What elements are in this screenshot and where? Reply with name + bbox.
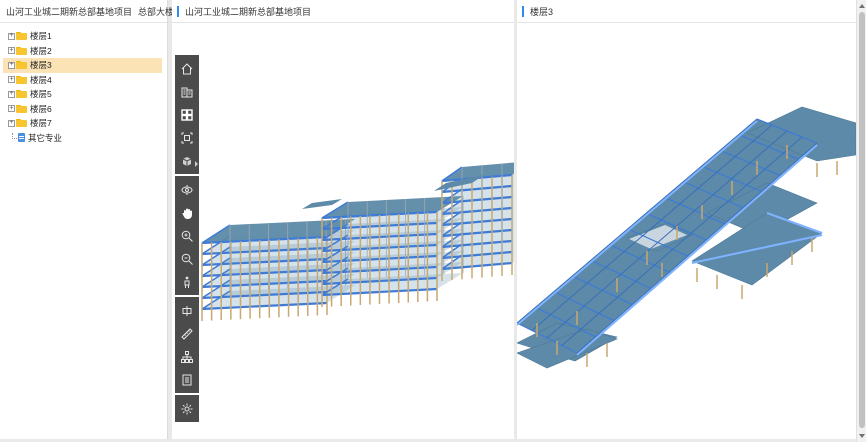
settings-gear-button[interactable] [175, 397, 199, 420]
scroll-up-icon[interactable] [859, 4, 865, 8]
floor-tree: + 楼层1 + 楼层2 + 楼层3 + 楼层4 + 楼层5 + 楼层6 + 楼层7 其它专业 [0, 23, 167, 145]
document-icon [18, 133, 25, 143]
home-icon [181, 62, 193, 74]
tree-item-label: 其它专业 [28, 132, 63, 143]
folder-icon [16, 90, 27, 99]
fit-view-button[interactable] [175, 126, 199, 149]
tree-connector [12, 132, 17, 139]
expand-plus-icon[interactable]: + [8, 47, 15, 55]
folder-icon [16, 104, 27, 113]
tree-item-floor[interactable]: + 楼层1 [3, 29, 162, 44]
tree-item-label: 楼层5 [30, 89, 52, 100]
expand-plus-icon[interactable]: + [8, 32, 15, 40]
scroll-down-icon[interactable] [859, 434, 865, 438]
floor-view-header: 楼层3 [517, 0, 856, 23]
orbit-icon [181, 184, 193, 195]
building-model-canvas[interactable] [172, 23, 514, 442]
measure-ruler-button[interactable] [175, 322, 199, 345]
tree-item-label: 楼层6 [30, 103, 52, 114]
tree-item-label: 楼层4 [30, 74, 52, 85]
floor-view-title: 楼层3 [530, 6, 554, 17]
toolbar-group [175, 297, 199, 393]
project-header: 山河工业城二期新总部基地项目 总部大楼 ▾ [0, 0, 179, 23]
roof-structure [302, 199, 342, 209]
settings-gear-icon [181, 403, 193, 414]
pan-hand-button[interactable] [175, 201, 199, 224]
fit-view-icon [181, 132, 193, 143]
section-box-icon [182, 156, 192, 166]
zoom-out-button[interactable] [175, 247, 199, 270]
expand-plus-icon[interactable]: + [8, 61, 15, 69]
tree-item-floor[interactable]: + 楼层7 [3, 116, 162, 131]
tree-item-label: 楼层7 [30, 118, 52, 129]
title-accent-bar [522, 5, 524, 17]
app-window: 山河工业城二期新总部基地项目 总部大楼 ▾ + 楼层1 + 楼层2 + 楼层3 + 楼层4 + 楼… [0, 0, 866, 442]
home-button[interactable] [175, 57, 199, 80]
pan-hand-icon [182, 208, 192, 219]
structure-tree-button[interactable] [175, 345, 199, 368]
folder-icon [16, 61, 27, 70]
walk-icon [184, 276, 190, 288]
folder-icon [16, 32, 27, 41]
tree-item-floor[interactable]: + 楼层2 [3, 44, 162, 59]
expand-plus-icon[interactable]: + [8, 105, 15, 113]
toolbar-group [175, 395, 199, 422]
folder-icon [16, 119, 27, 128]
walk-button[interactable] [175, 270, 199, 293]
folder-icon [16, 75, 27, 84]
zoom-in-button[interactable] [175, 224, 199, 247]
tree-item-label: 楼层2 [30, 45, 52, 56]
scroll-thumb[interactable] [859, 12, 865, 428]
beam [531, 124, 773, 331]
floors-button[interactable] [175, 80, 199, 103]
toolbar-group [175, 55, 199, 174]
zoom-out-icon [181, 253, 193, 265]
zoom-in-icon [181, 230, 193, 242]
floors-icon [181, 87, 193, 97]
tree-item-floor[interactable]: + 楼层4 [3, 73, 162, 88]
floor-model-canvas[interactable] [517, 23, 856, 442]
title-accent-bar [177, 5, 179, 17]
toolbar-group [175, 176, 199, 295]
building-dropdown-value: 总部大楼 [138, 6, 175, 17]
building-model [201, 162, 514, 321]
tree-item-label: 楼层3 [30, 60, 52, 71]
model-3d-view: 山河工业城二期新总部基地项目 [172, 0, 514, 442]
folder-icon [16, 46, 27, 55]
properties-button[interactable] [175, 368, 199, 391]
orbit-button[interactable] [175, 178, 199, 201]
expand-plus-icon[interactable]: + [8, 90, 15, 98]
measure-ruler-icon [181, 327, 193, 340]
section-box-button[interactable] [175, 149, 199, 172]
properties-icon [182, 374, 192, 385]
center-icon [182, 305, 192, 316]
model-view-title: 山河工业城二期新总部基地项目 [185, 6, 312, 17]
tree-item-floor[interactable]: + 楼层6 [3, 102, 162, 117]
grid-view-button[interactable] [175, 103, 199, 126]
project-name: 山河工业城二期新总部基地项目 [6, 6, 133, 17]
structure-tree-icon [181, 350, 193, 363]
expand-plus-icon[interactable]: + [8, 76, 15, 84]
floor-3d-view: 楼层3 [517, 0, 856, 442]
tree-item-label: 楼层1 [30, 31, 52, 42]
grid-view-icon [181, 108, 193, 121]
view-toolbar [175, 55, 199, 424]
model-tree-panel: 山河工业城二期新总部基地项目 总部大楼 ▾ + 楼层1 + 楼层2 + 楼层3 + 楼层4 + 楼… [0, 0, 179, 442]
expand-plus-icon[interactable]: + [8, 119, 15, 127]
floor-3-model [517, 106, 856, 369]
model-view-header: 山河工业城二期新总部基地项目 [172, 0, 514, 23]
submenu-arrow-icon [195, 161, 198, 167]
center-button[interactable] [175, 299, 199, 322]
vertical-scrollbar[interactable] [856, 0, 866, 442]
tree-item-other-discipline[interactable]: 其它专业 [3, 131, 162, 146]
tree-item-floor[interactable]: + 楼层3 [3, 58, 162, 73]
tree-item-floor[interactable]: + 楼层5 [3, 87, 162, 102]
